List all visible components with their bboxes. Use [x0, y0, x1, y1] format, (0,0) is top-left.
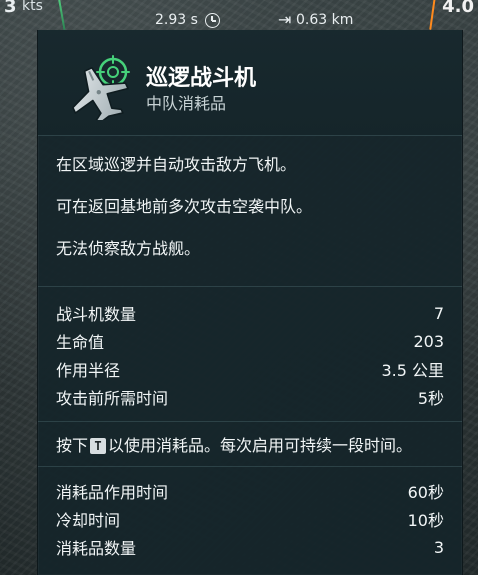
- description-section: 在区域巡逻并自动攻击敌方飞机。 可在返回基地前多次攻击空袭中队。 无法侦察敌方战…: [38, 135, 462, 286]
- hud-speed-value: 3: [4, 0, 17, 17]
- hotkey-keycap: T: [90, 437, 107, 454]
- hint-suffix: 以使用消耗品。每次启用可持续一段时间。: [108, 436, 413, 455]
- arrow-right-icon: ⇥: [278, 10, 292, 29]
- stat-row-cooldown: 冷却时间 10秒: [56, 505, 444, 533]
- hint-prefix: 按下: [56, 436, 89, 455]
- consumable-stats-section: 消耗品作用时间 60秒 冷却时间 10秒 消耗品数量 3: [38, 466, 462, 569]
- stat-value: 203: [413, 331, 444, 351]
- tooltip-header: 巡逻战斗机 中队消耗品: [38, 30, 462, 135]
- course-indicator-line: [56, 0, 66, 30]
- description-line-1: 在区域巡逻并自动攻击敌方飞机。: [56, 155, 297, 174]
- consumable-subtitle: 中队消耗品: [146, 94, 227, 113]
- stat-label: 消耗品数量: [56, 539, 137, 558]
- stat-value: 10秒: [407, 511, 444, 530]
- hud-right-value: 4.0: [442, 0, 474, 17]
- stat-value: 3: [433, 537, 444, 557]
- stat-value: 5秒: [417, 389, 444, 408]
- stat-label: 冷却时间: [56, 511, 121, 530]
- description-line-3: 无法侦察敌方战舰。: [56, 239, 201, 258]
- stat-row-action-time: 消耗品作用时间 60秒: [56, 477, 444, 505]
- stat-label: 生命值: [56, 333, 105, 352]
- stat-label: 攻击前所需时间: [56, 389, 169, 408]
- hud-time-value: 2.93 s: [155, 12, 198, 28]
- consumable-title: 巡逻战斗机: [146, 66, 257, 91]
- stat-value: 60秒: [407, 483, 444, 502]
- hud-speed-unit: kts: [22, 0, 43, 14]
- description-line-2: 可在返回基地前多次攻击空袭中队。: [56, 197, 313, 216]
- patrol-fighter-plane-icon: [63, 50, 133, 126]
- stat-value: 3.5 公里: [381, 361, 444, 380]
- range-indicator-line: [429, 0, 437, 30]
- stat-row-time-before-attack: 攻击前所需时间 5秒: [56, 383, 444, 411]
- stat-row-radius: 作用半径 3.5 公里: [56, 355, 444, 383]
- hud-top-bar: 3 kts 2.93 s ⇥ 0.63 km 4.0: [0, 0, 478, 30]
- stat-label: 消耗品作用时间: [56, 483, 169, 502]
- stat-row-fighters-count: 战斗机数量 7: [56, 299, 444, 327]
- hud-distance-value: 0.63 km: [296, 12, 354, 28]
- stats-section: 战斗机数量 7 生命值 203 作用半径 3.5 公里 攻击前所需时间 5秒: [38, 286, 462, 421]
- stat-label: 作用半径: [56, 361, 121, 380]
- stat-value: 7: [433, 303, 444, 323]
- stat-row-hp: 生命值 203: [56, 327, 444, 355]
- activation-hint: 按下 T 以使用消耗品。每次启用可持续一段时间。: [38, 421, 462, 466]
- clock-icon: [205, 13, 220, 28]
- stat-row-charges: 消耗品数量 3: [56, 533, 444, 561]
- stat-label: 战斗机数量: [56, 305, 137, 324]
- consumable-tooltip: 巡逻战斗机 中队消耗品 在区域巡逻并自动攻击敌方飞机。 可在返回基地前多次攻击空…: [37, 30, 463, 575]
